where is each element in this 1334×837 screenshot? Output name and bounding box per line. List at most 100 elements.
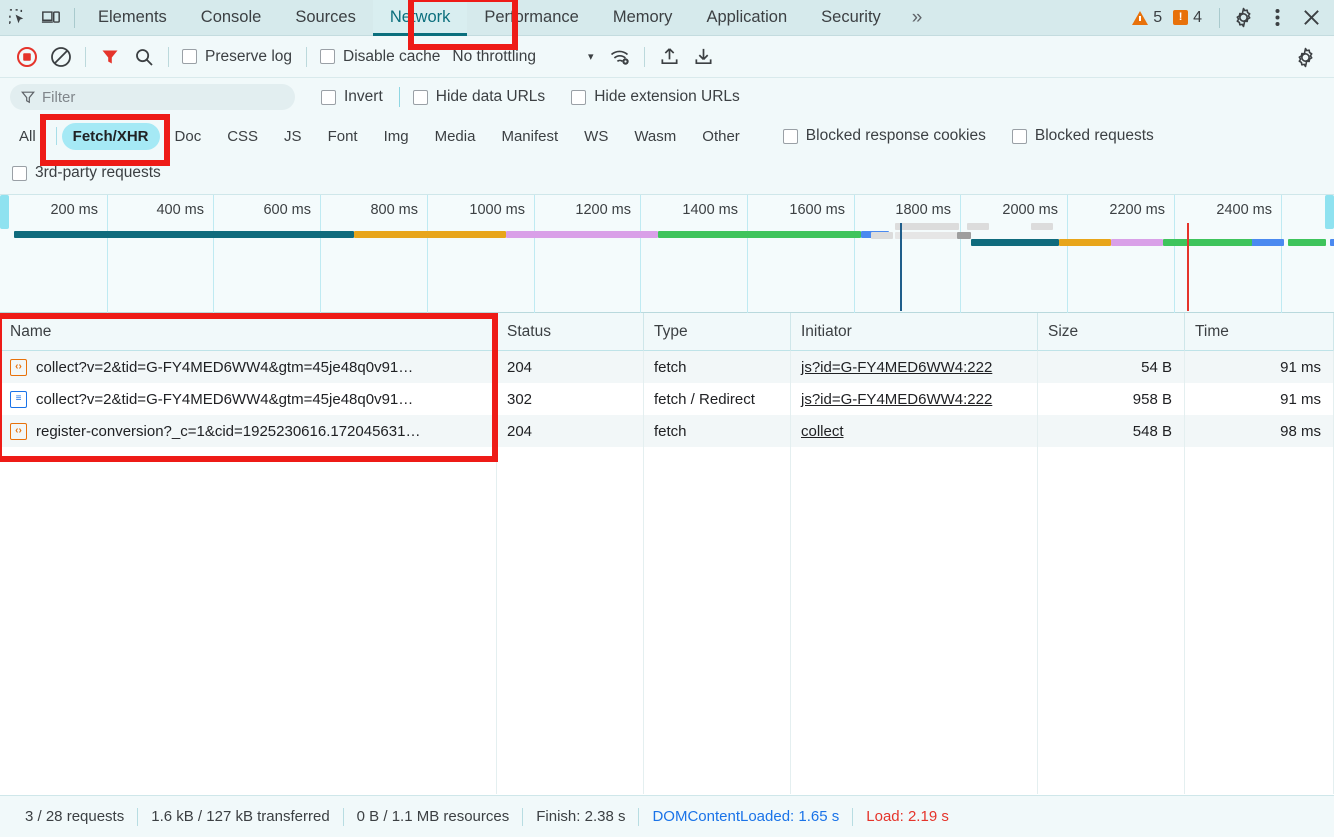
request-name: collect?v=2&tid=G-FY4MED6WW4&gtm=45je48q…: [36, 358, 414, 376]
column-header-name[interactable]: Name: [0, 312, 497, 351]
column-header-initiator[interactable]: Initiator: [791, 312, 1038, 351]
network-settings-gear-icon[interactable]: [1288, 40, 1322, 74]
initiator-link[interactable]: js?id=G-FY4MED6WW4:222: [801, 391, 992, 408]
chip-all[interactable]: All: [8, 123, 47, 150]
import-har-icon[interactable]: [652, 40, 686, 74]
request-time: 91 ms: [1185, 383, 1334, 415]
hide-data-urls-box: [412, 89, 428, 105]
timeline-tick-label: 1200 ms: [575, 202, 631, 218]
tab-security[interactable]: Security: [804, 0, 898, 36]
invert-checkbox[interactable]: Invert: [321, 88, 383, 106]
tab-memory[interactable]: Memory: [596, 0, 690, 36]
request-initiator[interactable]: js?id=G-FY4MED6WW4:222: [791, 383, 1038, 415]
network-overview[interactable]: 200 ms 400 ms 600 ms 800 ms 1000 ms 1200 ms 14…: [0, 195, 1334, 313]
more-tabs-icon[interactable]: »: [898, 0, 937, 36]
timeline-gridline: [427, 195, 428, 313]
timeline-tick-label: 1800 ms: [895, 202, 951, 218]
chip-other[interactable]: Other: [691, 123, 751, 150]
kebab-menu-icon[interactable]: [1260, 0, 1294, 36]
search-icon[interactable]: [127, 40, 161, 74]
column-header-status[interactable]: Status: [497, 312, 644, 351]
overview-request-bar: [1059, 239, 1111, 246]
overview-request-bar: [1288, 239, 1326, 246]
error-badge[interactable]: ! 4: [1173, 9, 1202, 27]
chip-ws[interactable]: WS: [573, 123, 619, 150]
error-square-icon: !: [1173, 10, 1189, 25]
request-name: collect?v=2&tid=G-FY4MED6WW4&gtm=45je48q…: [36, 390, 414, 408]
gear-icon[interactable]: [1226, 0, 1260, 36]
timeline-gridline: [960, 195, 961, 313]
record-button[interactable]: [10, 40, 44, 74]
request-size: 54 B: [1038, 351, 1185, 383]
hide-data-urls-checkbox[interactable]: Hide data URLs: [412, 88, 545, 106]
timeline-tick-label: 1000 ms: [469, 202, 525, 218]
initiator-link[interactable]: js?id=G-FY4MED6WW4:222: [801, 359, 992, 376]
chip-manifest[interactable]: Manifest: [490, 123, 569, 150]
table-row[interactable]: ‹› collect?v=2&tid=G-FY4MED6WW4&gtm=45je…: [0, 351, 1334, 383]
load-time: Load: 2.19 s: [866, 808, 949, 825]
overview-request-bar: [871, 232, 893, 239]
chip-doc[interactable]: Doc: [164, 123, 213, 150]
tab-performance[interactable]: Performance: [467, 0, 595, 36]
chip-font[interactable]: Font: [317, 123, 369, 150]
preserve-log-checkbox[interactable]: Preserve log: [182, 48, 292, 66]
timeline-gridline: [854, 195, 855, 313]
blocked-requests-box: [1011, 128, 1027, 144]
close-icon[interactable]: [1294, 0, 1328, 36]
xhr-icon: ‹›: [10, 358, 27, 376]
empty-type-col: [644, 447, 791, 794]
clear-button[interactable]: [44, 40, 78, 74]
overview-request-bar: [895, 232, 957, 239]
timeline-tick-label: 200 ms: [50, 202, 98, 218]
chip-fetch-xhr[interactable]: Fetch/XHR: [61, 122, 160, 150]
throttling-dropdown[interactable]: No throttling ▾: [452, 48, 593, 66]
disable-cache-checkbox[interactable]: Disable cache: [320, 48, 440, 66]
warning-badge[interactable]: 5: [1132, 9, 1162, 27]
tab-sources[interactable]: Sources: [278, 0, 373, 36]
inspect-element-icon[interactable]: [0, 0, 34, 36]
third-party-label: 3rd-party requests: [35, 164, 161, 181]
tab-console[interactable]: Console: [184, 0, 279, 36]
invert-label: Invert: [344, 88, 383, 105]
resources-size: 0 B / 1.1 MB resources: [356, 808, 510, 825]
load-event-marker: [1187, 223, 1189, 311]
chip-wasm[interactable]: Wasm: [623, 123, 687, 150]
tab-elements[interactable]: Elements: [81, 0, 184, 36]
blocked-requests-checkbox[interactable]: Blocked requests: [1011, 127, 1154, 145]
request-name-cell[interactable]: ‹› register-conversion?_c=1&cid=19252306…: [0, 415, 497, 447]
request-initiator[interactable]: collect: [791, 415, 1038, 447]
table-row[interactable]: ≡ collect?v=2&tid=G-FY4MED6WW4&gtm=45je4…: [0, 383, 1334, 415]
overview-request-bar: [506, 231, 658, 238]
device-toolbar-icon[interactable]: [34, 0, 68, 36]
network-conditions-icon[interactable]: [603, 40, 637, 74]
empty-name-col: [0, 447, 497, 794]
preserve-log-label: Preserve log: [205, 47, 293, 65]
chip-media[interactable]: Media: [424, 123, 487, 150]
toolbar-divider-4: [644, 46, 646, 67]
column-header-time[interactable]: Time: [1185, 312, 1334, 351]
request-name-cell[interactable]: ≡ collect?v=2&tid=G-FY4MED6WW4&gtm=45je4…: [0, 383, 497, 415]
filter-zone: Filter Invert Hide data URLs Hide extens…: [0, 78, 1334, 195]
request-time: 91 ms: [1185, 351, 1334, 383]
blocked-response-cookies-checkbox[interactable]: Blocked response cookies: [782, 127, 986, 145]
request-name-cell[interactable]: ‹› collect?v=2&tid=G-FY4MED6WW4&gtm=45je…: [0, 351, 497, 383]
filter-input[interactable]: Filter: [10, 84, 295, 110]
filter-icon[interactable]: [93, 40, 127, 74]
hide-extension-urls-checkbox[interactable]: Hide extension URLs: [571, 88, 740, 106]
chip-css[interactable]: CSS: [216, 123, 269, 150]
column-header-size[interactable]: Size: [1038, 312, 1185, 351]
timeline-tick-label: 1400 ms: [682, 202, 738, 218]
chip-js[interactable]: JS: [273, 123, 313, 150]
tab-network[interactable]: Network: [372, 0, 468, 36]
initiator-link[interactable]: collect: [801, 423, 844, 440]
table-header-row: Name Status Type Initiator Size Time: [0, 312, 1334, 351]
warning-count: 5: [1153, 8, 1163, 26]
third-party-requests-checkbox[interactable]: 3rd-party requests: [12, 164, 161, 182]
table-row[interactable]: ‹› register-conversion?_c=1&cid=19252306…: [0, 415, 1334, 447]
column-header-type[interactable]: Type: [644, 312, 791, 351]
chip-img[interactable]: Img: [373, 123, 420, 150]
export-har-icon[interactable]: [686, 40, 720, 74]
tab-application[interactable]: Application: [689, 0, 804, 36]
blocked-requests-label: Blocked requests: [1034, 127, 1154, 144]
request-initiator[interactable]: js?id=G-FY4MED6WW4:222: [791, 351, 1038, 383]
